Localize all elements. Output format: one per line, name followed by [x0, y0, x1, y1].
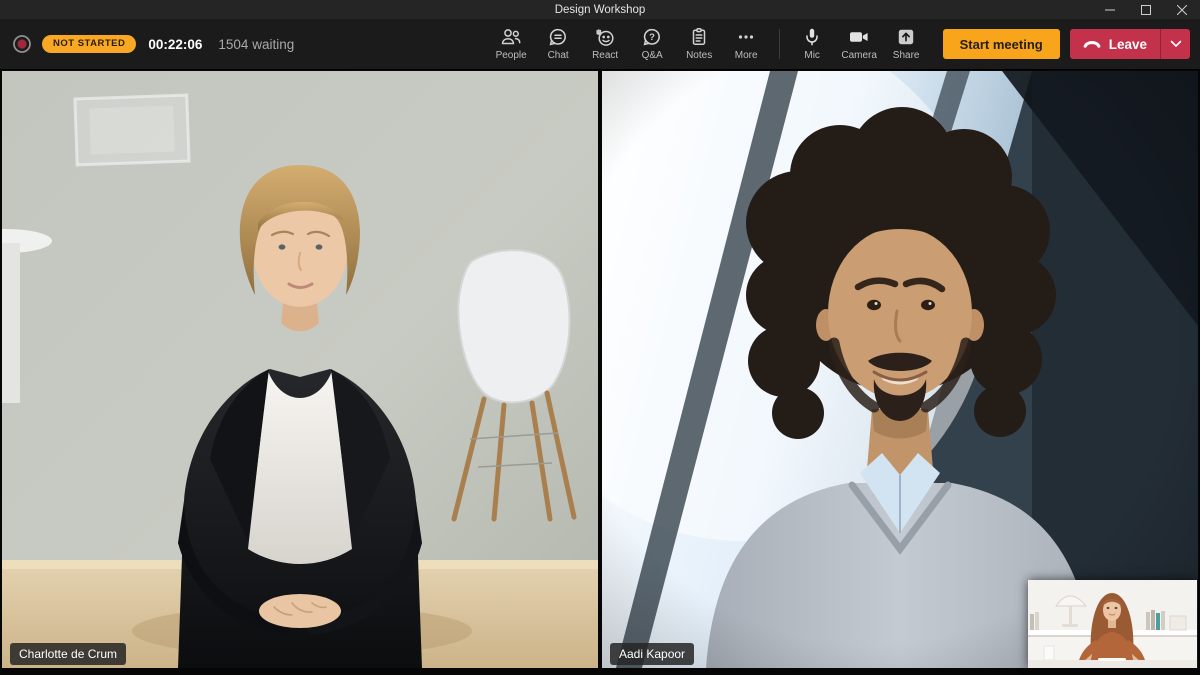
window-controls — [1092, 0, 1200, 19]
chat-icon — [548, 27, 568, 47]
people-icon — [500, 27, 522, 47]
camera-button[interactable]: Camera — [836, 19, 883, 70]
people-label: People — [495, 50, 527, 61]
qa-label: Q&A — [641, 50, 663, 61]
chevron-down-icon — [1170, 40, 1182, 48]
meeting-toolbar: NOT STARTED 00:22:06 1504 waiting People… — [0, 19, 1200, 70]
record-icon — [12, 34, 32, 54]
video-tile-charlotte[interactable]: Charlotte de Crum — [2, 71, 598, 668]
maximize-button[interactable] — [1128, 0, 1164, 19]
status-cluster: NOT STARTED 00:22:06 1504 waiting — [12, 34, 294, 54]
svg-text:?: ? — [649, 32, 655, 43]
chat-label: Chat — [547, 50, 569, 61]
share-icon — [896, 27, 916, 47]
notes-button[interactable]: Notes — [676, 19, 723, 70]
title-bar[interactable]: Design Workshop — [0, 0, 1200, 19]
chat-button[interactable]: Chat — [535, 19, 582, 70]
share-label: Share — [892, 50, 920, 61]
qa-button[interactable]: ? Q&A — [629, 19, 676, 70]
camera-icon — [848, 27, 870, 47]
leave-options-button[interactable] — [1160, 29, 1190, 59]
hangup-icon — [1083, 38, 1101, 50]
qa-icon: ? — [642, 27, 662, 47]
react-button[interactable]: React — [582, 19, 629, 70]
share-button[interactable]: Share — [883, 19, 930, 70]
minimize-button[interactable] — [1092, 0, 1128, 19]
waiting-count: 1504 waiting — [218, 36, 295, 52]
self-view-pip[interactable] — [1028, 580, 1197, 668]
aadi-person — [602, 71, 1198, 668]
video-tile-aadi[interactable]: Aadi Kapoor — [602, 71, 1198, 668]
leave-button[interactable]: Leave — [1069, 29, 1160, 59]
minimize-icon — [1105, 5, 1115, 15]
mic-button[interactable]: Mic — [789, 19, 836, 70]
name-label-aadi: Aadi Kapoor — [610, 642, 695, 665]
name-label-charlotte: Charlotte de Crum — [10, 642, 127, 665]
meeting-timer: 00:22:06 — [148, 36, 203, 52]
charlotte-video-scene — [2, 71, 598, 668]
more-label: More — [734, 50, 758, 61]
self-view-scene — [1028, 580, 1197, 668]
video-stage: Charlotte de Crum Aadi Kapoor — [0, 70, 1200, 675]
window-title: Design Workshop — [554, 3, 646, 16]
maximize-icon — [1141, 4, 1151, 15]
mic-label: Mic — [804, 50, 820, 61]
mic-icon — [802, 27, 822, 47]
more-button[interactable]: More — [723, 19, 770, 70]
people-button[interactable]: People — [488, 19, 535, 70]
close-icon — [1177, 4, 1187, 15]
more-icon — [736, 27, 756, 47]
react-icon — [594, 27, 616, 47]
react-label: React — [592, 50, 619, 61]
aadi-video-scene — [602, 71, 1198, 668]
notes-label: Notes — [686, 50, 713, 61]
leave-label: Leave — [1108, 36, 1147, 52]
close-button[interactable] — [1164, 0, 1200, 19]
start-meeting-button[interactable]: Start meeting — [942, 29, 1060, 59]
toolbar-separator — [778, 29, 780, 59]
notes-icon — [689, 27, 709, 47]
camera-label: Camera — [841, 50, 877, 61]
status-badge: NOT STARTED — [42, 35, 137, 53]
leave-split-button: Leave — [1069, 29, 1190, 59]
